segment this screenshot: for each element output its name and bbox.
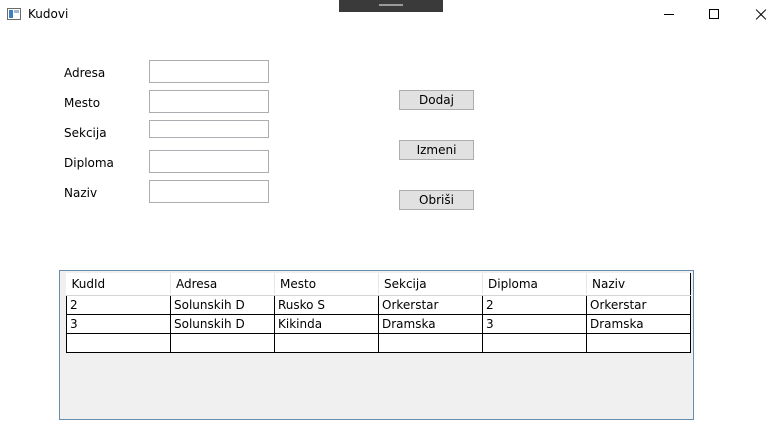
table-cell[interactable] [482,333,587,353]
window-app-icon [7,8,21,20]
table-cell[interactable]: Orkerstar [586,295,691,315]
table-cell[interactable]: 2 [482,295,587,315]
table-cell[interactable] [66,333,171,353]
delete-button[interactable]: Obriši [399,190,474,210]
mesto-field[interactable] [149,90,269,113]
table-cell[interactable]: Solunskih D [170,314,275,334]
diploma-label: Diploma [64,156,114,170]
table-cell[interactable]: 3 [482,314,587,334]
column-header-sekcija[interactable]: Sekcija [378,273,483,296]
drag-handle[interactable] [339,0,443,12]
table-cell[interactable]: 2 [66,295,171,315]
add-button[interactable]: Dodaj [399,90,474,110]
new-row[interactable] [66,333,691,353]
adresa-field[interactable] [149,60,269,83]
adresa-label: Adresa [64,66,106,80]
naziv-label: Naziv [64,186,98,200]
table-cell[interactable]: Kikinda [274,314,379,334]
column-header-diploma[interactable]: Diploma [482,273,587,296]
grid-header-row: KudId Adresa Mesto Sekcija Diploma Naziv [66,273,691,296]
mesto-label: Mesto [64,96,101,110]
table-row[interactable]: 3 Solunskih D Kikinda Dramska 3 Dramska [66,314,691,334]
table-cell[interactable]: Dramska [586,314,691,334]
minimize-button[interactable] [646,0,692,30]
title-bar: Kudovi [0,0,784,30]
sekcija-label: Sekcija [64,126,107,140]
table-cell[interactable] [586,333,691,353]
table-row[interactable]: 2 Solunskih D Rusko S Orkerstar 2 Orkers… [66,295,691,315]
column-header-naziv[interactable]: Naziv [586,273,691,296]
table-cell[interactable]: 3 [66,314,171,334]
column-header-adresa[interactable]: Adresa [170,273,275,296]
table-cell[interactable]: Solunskih D [170,295,275,315]
window-title: Kudovi [28,7,69,21]
edit-button[interactable]: Izmeni [399,140,474,160]
grid-table: KudId Adresa Mesto Sekcija Diploma Naziv… [66,273,691,353]
table-cell[interactable]: Orkerstar [378,295,483,315]
column-header-kudid[interactable]: KudId [66,273,171,296]
diploma-field[interactable] [149,150,269,173]
table-cell[interactable]: Dramska [378,314,483,334]
sekcija-field[interactable] [149,120,269,138]
naziv-field[interactable] [149,180,269,203]
table-cell[interactable] [170,333,275,353]
close-button[interactable] [738,0,784,30]
table-cell[interactable] [274,333,379,353]
maximize-button[interactable] [692,0,738,30]
column-header-mesto[interactable]: Mesto [274,273,379,296]
table-cell[interactable] [378,333,483,353]
table-cell[interactable]: Rusko S [274,295,379,315]
data-grid[interactable]: KudId Adresa Mesto Sekcija Diploma Naziv… [59,270,694,420]
